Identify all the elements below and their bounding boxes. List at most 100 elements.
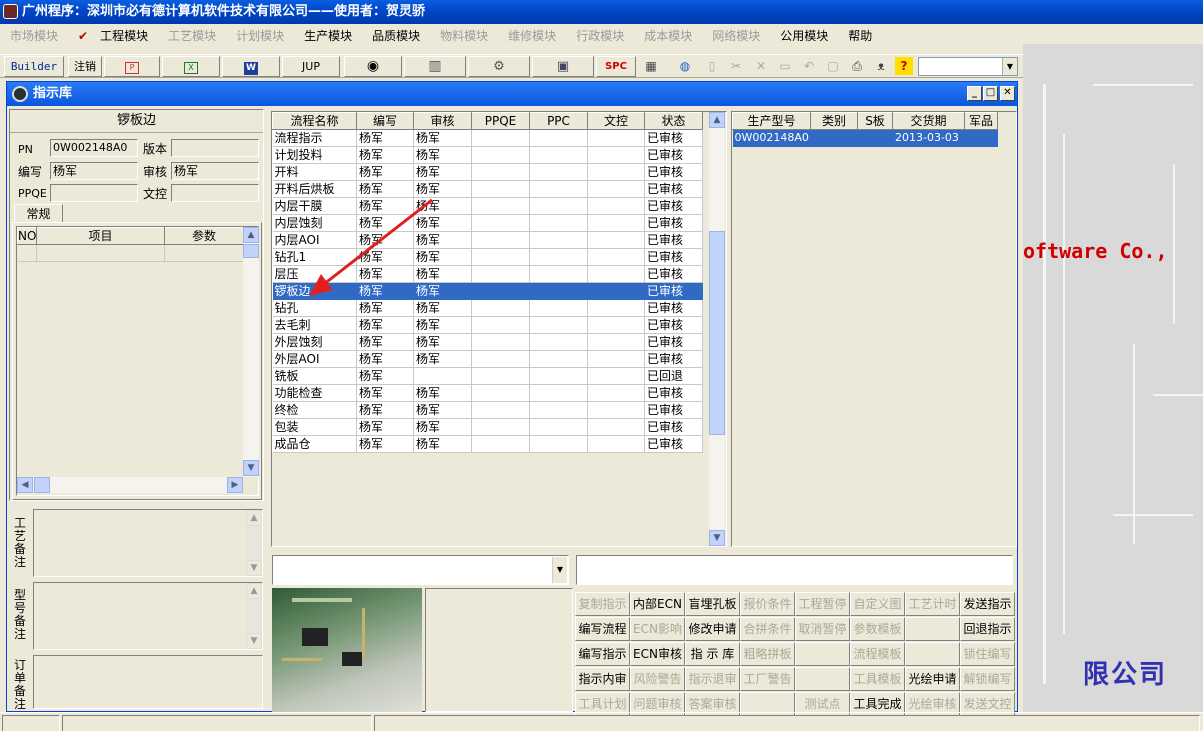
process-cell[interactable]: 杨军: [413, 435, 472, 453]
process-cell[interactable]: 已审核: [644, 333, 703, 351]
process-cell[interactable]: [529, 299, 588, 317]
production-cell[interactable]: 0W002148A0: [732, 129, 811, 147]
action-button[interactable]: ECN影响: [630, 617, 685, 641]
process-cell[interactable]: 杨军: [413, 146, 472, 164]
process-cell[interactable]: [587, 214, 645, 232]
process-cell[interactable]: [529, 282, 588, 300]
action-button[interactable]: 内部ECN: [630, 592, 685, 616]
production-cell[interactable]: 2013-03-03: [892, 129, 965, 147]
remark-text-field[interactable]: [576, 555, 1013, 585]
process-cell[interactable]: 杨军: [356, 146, 414, 164]
database-button[interactable]: ▥: [404, 56, 466, 77]
doc-control-field[interactable]: [171, 184, 259, 202]
menu-item-3[interactable]: 计划模块: [226, 24, 294, 45]
process-row[interactable]: 成品仓 杨军 杨军 已审核: [272, 435, 703, 453]
action-button[interactable]: 工厂警告: [740, 667, 795, 691]
process-cell[interactable]: [529, 265, 588, 283]
scroll-down-icon[interactable]: ▼: [709, 530, 725, 546]
action-button[interactable]: [905, 642, 960, 666]
logout-button[interactable]: 注销: [68, 56, 102, 77]
action-button[interactable]: [795, 667, 850, 691]
browser-icon[interactable]: ◍: [676, 57, 694, 75]
process-cell[interactable]: 杨军: [413, 401, 472, 419]
action-button[interactable]: 回退指示: [960, 617, 1015, 641]
menu-item-10[interactable]: 网络模块: [702, 24, 770, 45]
action-button[interactable]: 编写流程: [575, 617, 630, 641]
process-row[interactable]: 包装 杨军 杨军 已审核: [272, 418, 703, 436]
action-button[interactable]: 工程暂停: [795, 592, 850, 616]
process-cell[interactable]: [529, 146, 588, 164]
action-button[interactable]: [905, 617, 960, 641]
scroll-thumb[interactable]: [243, 244, 259, 258]
process-cell[interactable]: [529, 418, 588, 436]
production-cell[interactable]: [964, 129, 998, 147]
process-cell[interactable]: [587, 146, 645, 164]
production-col-header[interactable]: 军品: [964, 112, 998, 130]
process-cell[interactable]: 已审核: [644, 146, 703, 164]
process-row[interactable]: 开料 杨军 杨军 已审核: [272, 163, 703, 181]
process-cell[interactable]: 已审核: [644, 282, 703, 300]
process-cell[interactable]: [471, 265, 530, 283]
process-cell[interactable]: 包装: [272, 418, 357, 436]
param-col-header[interactable]: 参数: [164, 227, 244, 245]
action-button[interactable]: 工艺计时: [905, 592, 960, 616]
process-cell[interactable]: 杨军: [413, 316, 472, 334]
maximize-icon[interactable]: □: [983, 86, 998, 101]
process-remark-field[interactable]: ▲ ▼: [33, 509, 263, 577]
process-cell[interactable]: 已审核: [644, 299, 703, 317]
action-button[interactable]: 解锁编写: [960, 667, 1015, 691]
powerpoint-button[interactable]: P: [104, 56, 160, 77]
process-cell[interactable]: 已审核: [644, 401, 703, 419]
process-vscrollbar[interactable]: ▲ ▼: [709, 112, 725, 546]
process-cell[interactable]: [587, 418, 645, 436]
computer-button[interactable]: ▣: [532, 56, 594, 77]
process-row[interactable]: 计划投料 杨军 杨军 已审核: [272, 146, 703, 164]
process-row[interactable]: 钻孔 杨军 杨军 已审核: [272, 299, 703, 317]
action-button[interactable]: 锁住编写: [960, 642, 1015, 666]
process-cell[interactable]: [587, 282, 645, 300]
undo-icon[interactable]: ↶: [800, 57, 818, 75]
process-cell[interactable]: [471, 350, 530, 368]
process-cell[interactable]: 杨军: [356, 299, 414, 317]
process-cell[interactable]: 已审核: [644, 384, 703, 402]
preview-icon[interactable]: ▢: [824, 57, 842, 75]
process-cell[interactable]: [413, 367, 472, 385]
close-icon[interactable]: ✕: [1000, 86, 1015, 101]
process-cell[interactable]: 杨军: [356, 163, 414, 181]
process-cell[interactable]: [587, 316, 645, 334]
process-cell[interactable]: [529, 214, 588, 232]
process-cell[interactable]: [529, 231, 588, 249]
process-col-header[interactable]: PPC: [529, 112, 588, 130]
process-cell[interactable]: 杨军: [413, 384, 472, 402]
param-hscrollbar[interactable]: ◀ ▶: [17, 477, 243, 493]
process-cell[interactable]: [587, 299, 645, 317]
process-cell[interactable]: 铣板: [272, 367, 357, 385]
process-cell[interactable]: [471, 197, 530, 215]
process-cell[interactable]: 杨军: [356, 350, 414, 368]
word-button[interactable]: W: [222, 56, 280, 77]
process-cell[interactable]: 已审核: [644, 418, 703, 436]
action-button[interactable]: 报价条件: [740, 592, 795, 616]
cut-icon[interactable]: ✂: [727, 57, 745, 75]
process-cell[interactable]: [587, 384, 645, 402]
process-cell[interactable]: [587, 129, 645, 147]
network-button[interactable]: ⚙: [468, 56, 530, 77]
process-cell[interactable]: [471, 418, 530, 436]
process-col-header[interactable]: 文控: [587, 112, 645, 130]
process-cell[interactable]: [529, 435, 588, 453]
view-button[interactable]: ◉: [344, 56, 402, 77]
process-cell[interactable]: 已审核: [644, 231, 703, 249]
action-button[interactable]: 修改申请: [685, 617, 740, 641]
process-cell[interactable]: [529, 248, 588, 266]
process-cell[interactable]: [471, 180, 530, 198]
production-cell[interactable]: [810, 129, 858, 147]
menu-item-9[interactable]: 成本模块: [634, 24, 702, 45]
reviewer-field[interactable]: 杨军: [171, 162, 259, 180]
production-cell[interactable]: [857, 129, 893, 147]
process-cell[interactable]: [529, 129, 588, 147]
scroll-up-icon[interactable]: ▲: [243, 227, 259, 243]
production-row[interactable]: 0W002148A0 2013-03-03: [732, 129, 998, 147]
menu-item-5[interactable]: 品质模块: [362, 24, 430, 45]
spc-button[interactable]: SPC: [596, 56, 636, 77]
process-col-header[interactable]: 编写: [356, 112, 414, 130]
